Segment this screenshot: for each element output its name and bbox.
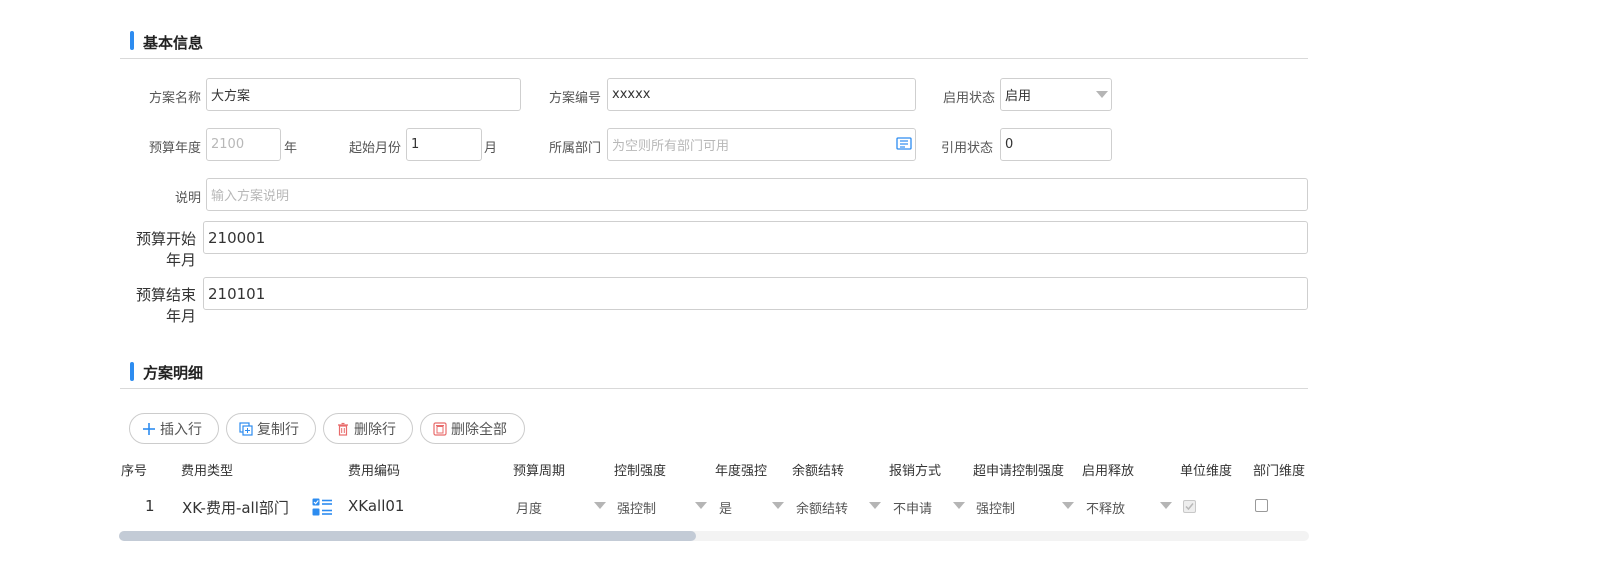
year-input[interactable]: 2100	[206, 128, 281, 161]
delete-row-button[interactable]: 删除行	[323, 413, 413, 444]
col-header-control: 控制强度	[614, 464, 667, 479]
detail-section-title: 方案明细	[143, 364, 204, 382]
row-period-select[interactable]: 月度	[516, 498, 542, 517]
desc-label: 说明	[174, 191, 201, 206]
col-header-index: 序号	[121, 464, 148, 479]
start-ym-input[interactable]: 210001	[203, 221, 1308, 254]
month-unit: 月	[484, 141, 498, 156]
row-release-select[interactable]: 不释放	[1086, 498, 1125, 517]
plan-code-value: xxxxx	[612, 87, 651, 102]
dept-label: 所属部门	[548, 141, 601, 156]
col-header-annual-control: 年度强控	[715, 464, 768, 479]
copy-row-button[interactable]: 复制行	[226, 413, 316, 444]
col-header-reimburse: 报销方式	[889, 464, 942, 479]
start-ym-label-line2: 年月	[165, 251, 196, 269]
delete-all-icon	[433, 421, 447, 436]
unit-dim-checkbox[interactable]	[1183, 500, 1196, 513]
start-ym-value: 210001	[208, 228, 266, 247]
copy-row-label: 复制行	[257, 421, 299, 438]
col-header-period: 预算周期	[513, 464, 566, 479]
start-month-value: 1	[411, 137, 420, 152]
row-fee-code[interactable]: XKall01	[348, 497, 404, 515]
desc-placeholder: 输入方案说明	[211, 189, 290, 204]
trash-icon	[336, 422, 350, 436]
checklist-icon[interactable]	[312, 498, 333, 521]
chevron-down-icon[interactable]	[695, 502, 707, 509]
row-fee-type[interactable]: XK-费用-all部门	[182, 497, 289, 518]
chevron-down-icon[interactable]	[1062, 502, 1074, 509]
plan-name-value: 大方案	[211, 89, 251, 104]
chevron-down-icon[interactable]	[772, 502, 784, 509]
plan-code-label: 方案编号	[548, 91, 601, 106]
plan-code-input[interactable]: xxxxx	[607, 78, 916, 111]
start-month-label: 起始月份	[348, 141, 401, 156]
delete-row-label: 删除行	[354, 421, 396, 438]
end-ym-label: 预算结束 年月	[120, 285, 196, 327]
row-over-control-select[interactable]: 强控制	[976, 498, 1015, 517]
row-annual-control-select[interactable]: 是	[719, 498, 732, 517]
year-label: 预算年度	[148, 141, 201, 156]
chevron-down-icon[interactable]	[1160, 502, 1172, 509]
dept-picker-icon[interactable]	[896, 136, 912, 156]
end-ym-label-line2: 年月	[165, 307, 196, 325]
start-ym-label-line1: 预算开始	[135, 230, 196, 248]
plus-icon	[142, 422, 156, 436]
chevron-down-icon[interactable]	[953, 502, 965, 509]
year-value: 2100	[211, 137, 245, 152]
row-reimburse-select[interactable]: 不申请	[893, 498, 932, 517]
status-label: 启用状态	[942, 91, 995, 106]
dept-placeholder: 为空则所有部门可用	[612, 139, 730, 154]
col-header-balance-carry: 余额结转	[792, 464, 845, 479]
col-header-over-control: 超申请控制强度	[973, 464, 1065, 479]
chevron-down-icon[interactable]	[869, 502, 881, 509]
start-ym-label: 预算开始 年月	[120, 229, 196, 271]
year-unit: 年	[284, 141, 298, 156]
status-value: 启用	[1005, 89, 1032, 104]
delete-all-button[interactable]: 删除全部	[420, 413, 525, 444]
col-header-unit-dim: 单位维度	[1180, 464, 1233, 479]
col-header-dept-dim: 部门维度	[1253, 464, 1306, 479]
insert-row-label: 插入行	[160, 421, 202, 438]
end-ym-label-line1: 预算结束	[135, 286, 196, 304]
detail-section-marker	[130, 362, 134, 381]
start-month-input[interactable]: 1	[406, 128, 482, 161]
scrollbar-thumb[interactable]	[119, 531, 696, 541]
ref-status-input[interactable]: 0	[1000, 128, 1112, 161]
col-header-fee-type: 费用类型	[181, 464, 234, 479]
end-ym-input[interactable]: 210101	[203, 277, 1308, 310]
plan-name-input[interactable]: 大方案	[206, 78, 521, 111]
ref-status-label: 引用状态	[940, 141, 993, 156]
dept-dim-checkbox[interactable]	[1255, 499, 1268, 512]
insert-row-button[interactable]: 插入行	[129, 413, 219, 444]
row-index: 1	[145, 497, 155, 515]
dept-input[interactable]: 为空则所有部门可用	[607, 128, 916, 161]
copy-icon	[239, 421, 253, 436]
delete-all-label: 删除全部	[451, 421, 507, 438]
basic-section-title: 基本信息	[143, 34, 204, 52]
col-header-fee-code: 费用编码	[348, 464, 401, 479]
ref-status-value: 0	[1005, 137, 1014, 152]
row-balance-carry-select[interactable]: 余额结转	[796, 498, 848, 517]
detail-section-divider	[120, 388, 1308, 389]
col-header-release: 启用释放	[1082, 464, 1135, 479]
chevron-down-icon[interactable]	[1096, 91, 1108, 98]
row-control-select[interactable]: 强控制	[617, 498, 656, 517]
plan-name-label: 方案名称	[148, 91, 201, 106]
end-ym-value: 210101	[208, 284, 266, 303]
chevron-down-icon[interactable]	[594, 502, 606, 509]
desc-input[interactable]: 输入方案说明	[206, 178, 1308, 211]
basic-section-marker	[130, 31, 134, 50]
basic-section-divider	[120, 58, 1308, 59]
